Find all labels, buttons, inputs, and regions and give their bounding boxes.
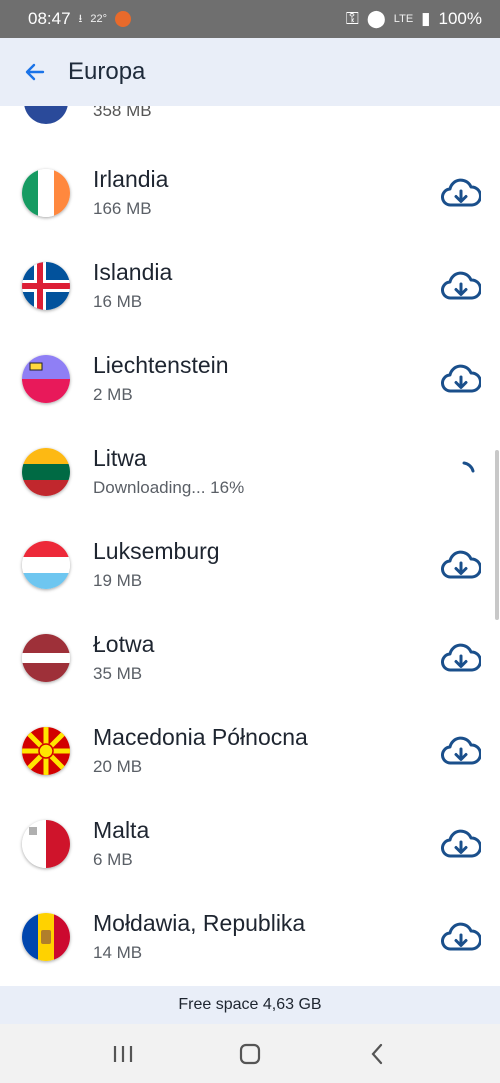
cloud-download-icon	[441, 178, 481, 207]
liechtenstein-flag-icon	[22, 355, 70, 403]
download-button[interactable]	[438, 639, 484, 679]
free-space-label: Free space 4,63 GB	[0, 986, 500, 1024]
cloud-download-icon	[441, 922, 481, 951]
home-button[interactable]	[230, 1034, 270, 1074]
malta-flag-icon	[22, 820, 70, 868]
battery-level: 100%	[438, 9, 482, 28]
download-button[interactable]	[438, 825, 484, 865]
temperature: 22°	[90, 13, 108, 25]
item-size: 6 MB	[93, 850, 133, 869]
download-button[interactable]	[438, 732, 484, 772]
page-title: Europa	[68, 58, 146, 85]
item-size: 20 MB	[93, 757, 143, 776]
list-item-irlandia[interactable]: Irlandia 166 MB	[0, 139, 500, 232]
download-button[interactable]	[438, 546, 484, 586]
download-button[interactable]	[438, 360, 484, 400]
item-name: Irlandia	[93, 166, 169, 192]
item-size: 35 MB	[93, 664, 143, 683]
item-name: Łotwa	[93, 631, 155, 657]
item-size: 19 MB	[93, 571, 143, 590]
item-name: Litwa	[93, 445, 147, 471]
item-size: 2 MB	[93, 385, 133, 404]
cloud-download-icon	[441, 829, 481, 858]
item-name: Malta	[93, 817, 150, 843]
download-progress-text: Downloading... 16%	[93, 478, 245, 497]
luxembourg-flag-icon	[22, 541, 70, 589]
cloud-download-icon	[441, 736, 481, 765]
list-item-luksemburg[interactable]: Luksemburg 19 MB	[0, 511, 500, 604]
item-name: Islandia	[93, 259, 173, 285]
country-list[interactable]: 358 MB Irlandia 166 MB Islandia 16 MB Li…	[0, 106, 500, 986]
item-name: Luksemburg	[93, 538, 220, 564]
system-back-button[interactable]	[357, 1034, 397, 1074]
latvia-flag-icon	[22, 634, 70, 682]
arrow-left-icon	[25, 63, 45, 81]
list-item-litwa[interactable]: Litwa Downloading... 16%	[0, 418, 500, 511]
moldova-flag-icon	[22, 913, 70, 961]
network-type: LTE	[393, 13, 414, 25]
cancel-download-button[interactable]	[438, 453, 484, 493]
list-item-liechtenstein[interactable]: Liechtenstein 2 MB	[0, 325, 500, 418]
list-item-lotwa[interactable]: Łotwa 35 MB	[0, 604, 500, 697]
download-button[interactable]	[438, 267, 484, 307]
list-item-partial[interactable]: 358 MB	[0, 106, 500, 126]
recent-apps-button[interactable]	[103, 1034, 143, 1074]
location-icon: ⬤	[366, 9, 386, 28]
cloud-download-icon	[441, 271, 481, 300]
home-icon	[239, 1043, 261, 1064]
key-icon: ⚿	[345, 9, 359, 28]
item-size: 16 MB	[93, 292, 143, 311]
system-navigation-bar	[0, 1024, 500, 1083]
cloud-download-icon	[441, 643, 481, 672]
status-bar: 08:47 ⭳ 22° ⚿ ⬤ LTE ▮ 100%	[0, 0, 500, 38]
scrollbar[interactable]	[495, 450, 499, 620]
list-item-malta[interactable]: Malta 6 MB	[0, 790, 500, 883]
iceland-flag-icon	[22, 262, 70, 310]
cloud-download-icon	[441, 550, 481, 579]
progress-spinner-icon	[462, 461, 475, 473]
recents-icon	[114, 1045, 133, 1062]
ireland-flag-icon	[22, 169, 70, 217]
list-item-macedonia-polnocna[interactable]: Macedonia Północna 20 MB	[0, 697, 500, 790]
app-bar: Europa	[0, 38, 500, 106]
item-size: 358 MB	[93, 106, 152, 120]
app-notification-icon	[115, 11, 132, 27]
cloud-download-icon	[441, 364, 481, 393]
signal-icon: ▮	[421, 9, 431, 28]
download-notification-icon: ⭳	[78, 12, 83, 25]
flag-icon	[24, 106, 68, 124]
list-item-moldawia[interactable]: Mołdawia, Republika 14 MB	[0, 883, 500, 976]
item-name: Macedonia Północna	[93, 724, 308, 750]
item-name: Mołdawia, Republika	[93, 910, 306, 936]
back-button[interactable]	[20, 57, 50, 87]
item-size: 166 MB	[93, 199, 152, 218]
item-name: Liechtenstein	[93, 352, 229, 378]
clock: 08:47	[28, 9, 71, 28]
list-item-islandia[interactable]: Islandia 16 MB	[0, 232, 500, 325]
download-button[interactable]	[438, 918, 484, 958]
lithuania-flag-icon	[22, 448, 70, 496]
north-macedonia-flag-icon	[22, 727, 70, 775]
download-button[interactable]	[438, 174, 484, 214]
chevron-left-icon	[371, 1043, 382, 1064]
item-size: 14 MB	[93, 943, 143, 962]
